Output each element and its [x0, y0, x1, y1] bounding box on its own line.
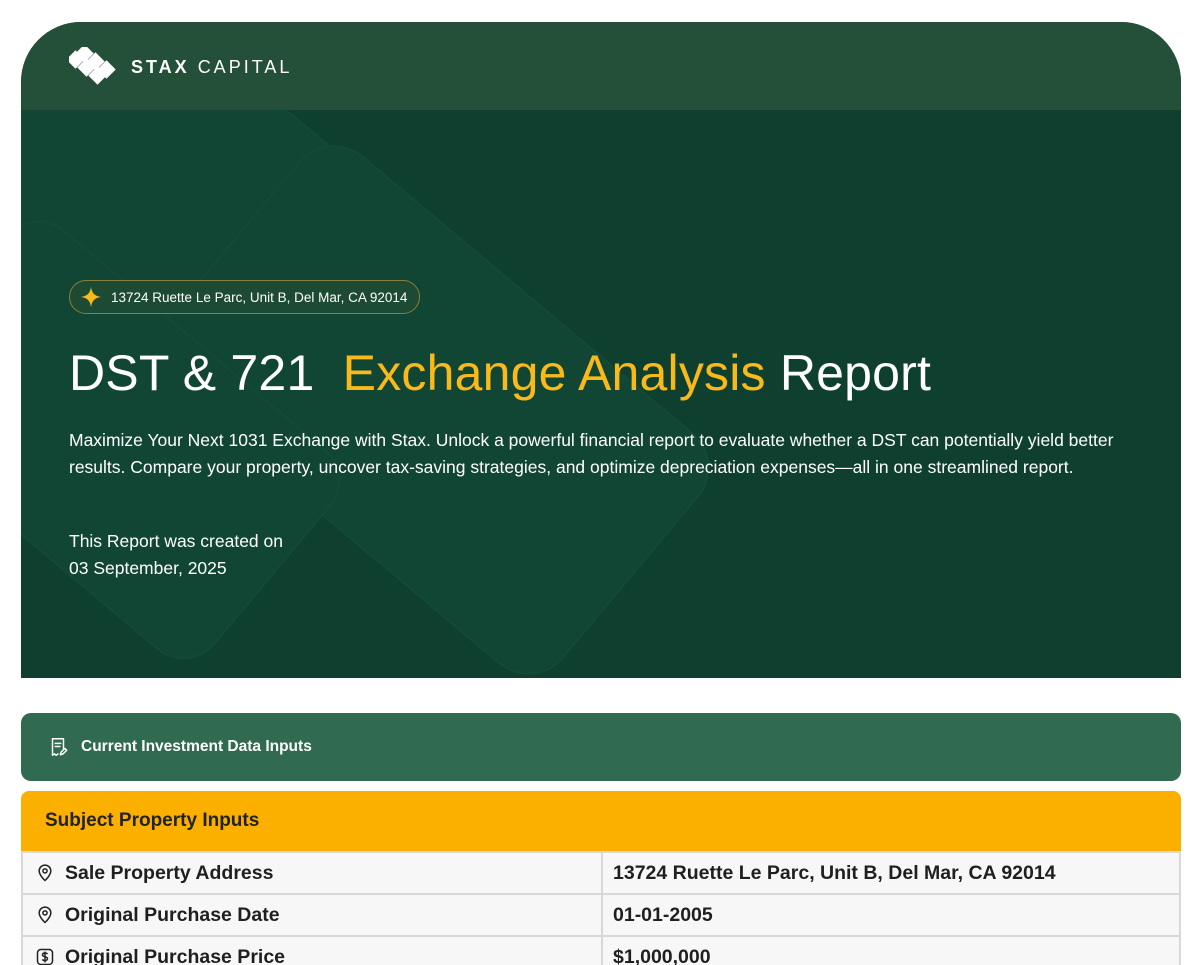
- stax-diamond-logo-icon: [69, 47, 116, 85]
- row-value: $1,000,000: [601, 935, 1181, 965]
- brand-logo[interactable]: STAX CAPITAL: [69, 47, 292, 87]
- section-title: Current Investment Data Inputs: [81, 738, 312, 755]
- location-pin-icon: [38, 906, 52, 924]
- hero-description: Maximize Your Next 1031 Exchange with St…: [69, 430, 1114, 477]
- row-label-cell: Original Purchase Price: [21, 935, 603, 965]
- table-row: Sale Property Address 13724 Ruette Le Pa…: [21, 851, 1181, 895]
- report-created-info: This Report was created on 03 September,…: [69, 528, 283, 582]
- sparkle-icon: [80, 286, 102, 308]
- row-label: Sale Property Address: [65, 861, 274, 884]
- created-date: 03 September, 2025: [69, 558, 227, 578]
- row-label: Original Purchase Date: [65, 903, 280, 926]
- row-value: 01-01-2005: [601, 893, 1181, 937]
- row-label-cell: Sale Property Address: [21, 851, 603, 895]
- page-title: DST & 721 Exchange Analysis Report: [69, 344, 931, 402]
- subject-property-table: Subject Property Inputs Sale Property Ad…: [21, 791, 1181, 965]
- table-header: Subject Property Inputs: [21, 791, 1181, 851]
- hero-banner: STAX CAPITAL 13724 Ruette Le Parc, Unit …: [21, 22, 1181, 678]
- title-part-1: DST & 721: [69, 345, 315, 401]
- created-label: This Report was created on: [69, 531, 283, 551]
- property-inputs-table: Sale Property Address 13724 Ruette Le Pa…: [21, 851, 1181, 965]
- table-row: Original Purchase Date 01-01-2005: [21, 893, 1181, 937]
- row-label: Original Purchase Price: [65, 945, 286, 965]
- title-accent: Exchange Analysis: [342, 345, 766, 401]
- address-badge-text: 13724 Ruette Le Parc, Unit B, Del Mar, C…: [111, 289, 408, 305]
- dollar-icon: [36, 948, 54, 965]
- brand-name-light: CAPITAL: [197, 56, 293, 77]
- table-row: Original Purchase Price $1,000,000: [21, 935, 1181, 965]
- brand-wordmark: STAX CAPITAL: [131, 57, 292, 78]
- row-value: 13724 Ruette Le Parc, Unit B, Del Mar, C…: [601, 851, 1181, 895]
- title-part-2: Report: [779, 345, 932, 401]
- section-header-current-investment[interactable]: Current Investment Data Inputs: [21, 713, 1181, 781]
- address-badge: 13724 Ruette Le Parc, Unit B, Del Mar, C…: [69, 280, 421, 314]
- brand-name-bold: STAX: [131, 56, 190, 77]
- location-pin-icon: [38, 864, 52, 882]
- receipt-edit-icon: [51, 738, 68, 756]
- row-label-cell: Original Purchase Date: [21, 893, 603, 937]
